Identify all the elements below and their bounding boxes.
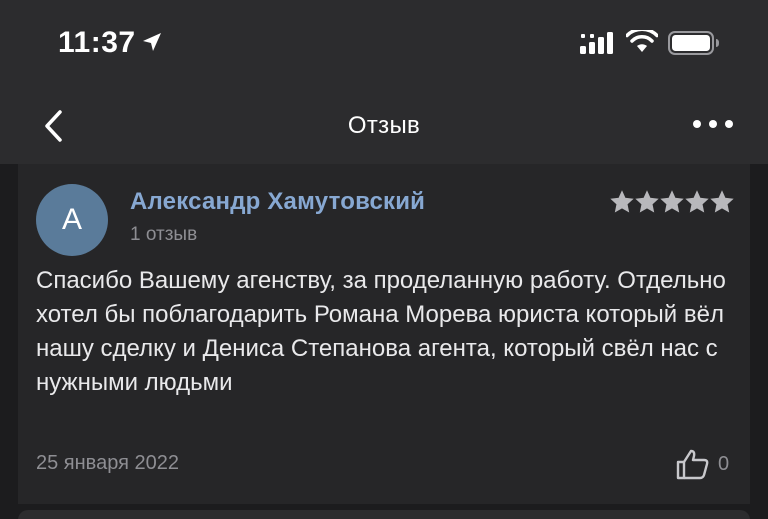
review-card: А Александр Хамутовский 1 отзыв Спасибо … [18,164,750,504]
review-text: Спасибо Вашему агенству, за проделанную … [36,267,726,396]
star-icon [610,190,634,213]
location-arrow-icon [143,33,161,51]
page-title: Отзыв [347,112,421,139]
author-review-count: 1 отзыв [130,224,198,245]
avatar[interactable]: А [36,184,108,256]
nav-bar: Отзыв [0,90,768,164]
like-button[interactable]: 0 [676,448,736,480]
star-icon [710,190,734,213]
like-count: 0 [718,452,730,475]
cellular-signal-icon [580,32,613,54]
next-review-card [18,510,750,519]
star-rating [610,190,734,216]
star-icon [635,190,659,213]
star-icon [660,190,684,213]
star-icon [685,190,709,213]
more-dots-icon[interactable] [692,116,734,132]
author-name-link[interactable]: Александр Хамутовский [130,188,425,216]
battery-icon [668,31,719,55]
review-date: 25 января 2022 [36,452,179,474]
status-bar: 11:37 [0,0,768,90]
thumbs-up-icon [676,449,709,480]
avatar-letter: А [61,203,82,236]
wifi-icon [626,30,658,52]
status-time: 11:37 [58,26,136,59]
